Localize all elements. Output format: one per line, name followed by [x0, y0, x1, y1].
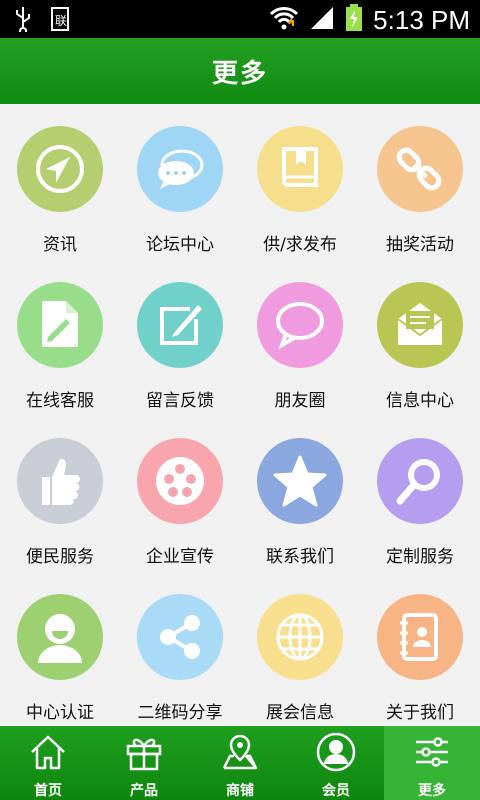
tab-label: 产品 [130, 783, 158, 799]
film-reel-icon [137, 438, 223, 524]
grid-item-moments[interactable]: 朋友圈 [240, 260, 360, 416]
grid-item-label: 企业宣传 [146, 547, 214, 567]
grid-item-feedback[interactable]: 留言反馈 [120, 260, 240, 416]
member-icon [316, 726, 356, 776]
grid-item-custom-service[interactable]: 定制服务 [360, 416, 480, 572]
grid-item-label: 中心认证 [26, 703, 94, 723]
tab-label: 会员 [322, 783, 350, 799]
grid-item-label: 供/求发布 [263, 235, 337, 255]
usb-icon [14, 6, 32, 36]
grid-item-label: 朋友圈 [274, 391, 326, 411]
settings-sliders-icon [412, 726, 452, 776]
grid-item-label: 定制服务 [386, 547, 454, 567]
chat-icon [137, 126, 223, 212]
tab-home[interactable]: 首页 [0, 726, 96, 800]
grid-item-forum[interactable]: 论坛中心 [120, 104, 240, 260]
grid-item-convenience[interactable]: 便民服务 [0, 416, 120, 572]
grid-item-label: 在线客服 [26, 391, 94, 411]
tab-label: 更多 [418, 783, 446, 799]
grid-item-message-center[interactable]: 信息中心 [360, 260, 480, 416]
svg-text:联: 联 [55, 14, 67, 28]
sim-icon: 联 [50, 6, 74, 36]
grid-item-lottery[interactable]: 抽奖活动 [360, 104, 480, 260]
grid-item-label: 资讯 [43, 235, 77, 255]
grid-item-label: 二维码分享 [137, 703, 223, 723]
star-icon [257, 438, 343, 524]
grid-item-exhibition[interactable]: 展会信息 [240, 572, 360, 728]
globe-icon [257, 594, 343, 680]
tab-shops[interactable]: 商铺 [192, 726, 288, 800]
grid-item-label: 关于我们 [386, 703, 454, 723]
mail-icon [377, 282, 463, 368]
grid-item-news[interactable]: 资讯 [0, 104, 120, 260]
grid-item-promotion[interactable]: 企业宣传 [120, 416, 240, 572]
feature-grid: 资讯 论坛中心 供/求发布 抽奖活动 在线客服 留言反馈 朋友圈 信息中心 便民… [0, 104, 480, 726]
tab-label: 商铺 [226, 783, 254, 799]
grid-item-contact-us[interactable]: 联系我们 [240, 416, 360, 572]
signal-icon [309, 5, 335, 35]
grid-item-about-us[interactable]: 关于我们 [360, 572, 480, 728]
share-icon [137, 594, 223, 680]
grid-item-label: 联系我们 [266, 547, 334, 567]
book-icon [257, 126, 343, 212]
grid-item-label: 展会信息 [266, 703, 334, 723]
bottom-tab-bar: 首页 产品 商铺 会员 更多 [0, 726, 480, 800]
home-icon [28, 726, 68, 776]
grid-item-label: 信息中心 [386, 391, 454, 411]
clock: 5:13 PM [373, 4, 470, 35]
map-pin-icon [220, 726, 260, 776]
status-bar: 联 5:13 PM [0, 0, 480, 38]
thumbs-up-icon [17, 438, 103, 524]
gift-icon [124, 726, 164, 776]
link-icon [377, 126, 463, 212]
tab-label: 首页 [34, 783, 62, 799]
magnifier-icon [377, 438, 463, 524]
compass-icon [17, 126, 103, 212]
grid-item-label: 论坛中心 [146, 235, 214, 255]
grid-item-label: 抽奖活动 [386, 235, 454, 255]
grid-item-supply-demand[interactable]: 供/求发布 [240, 104, 360, 260]
speech-bubble-icon [257, 282, 343, 368]
tab-more[interactable]: 更多 [384, 726, 480, 800]
grid-item-label: 便民服务 [26, 547, 94, 567]
edit-document-icon [17, 282, 103, 368]
grid-item-qr-share[interactable]: 二维码分享 [120, 572, 240, 728]
page-title: 更多 [211, 58, 268, 89]
wifi-icon [269, 4, 299, 36]
title-bar: 更多 [0, 38, 480, 104]
user-avatar-icon [17, 594, 103, 680]
grid-item-online-service[interactable]: 在线客服 [0, 260, 120, 416]
tab-member[interactable]: 会员 [288, 726, 384, 800]
compose-icon [137, 282, 223, 368]
grid-item-label: 留言反馈 [146, 391, 214, 411]
contacts-book-icon [377, 594, 463, 680]
tab-products[interactable]: 产品 [96, 726, 192, 800]
battery-charging-icon [345, 4, 363, 36]
grid-item-certification[interactable]: 中心认证 [0, 572, 120, 728]
